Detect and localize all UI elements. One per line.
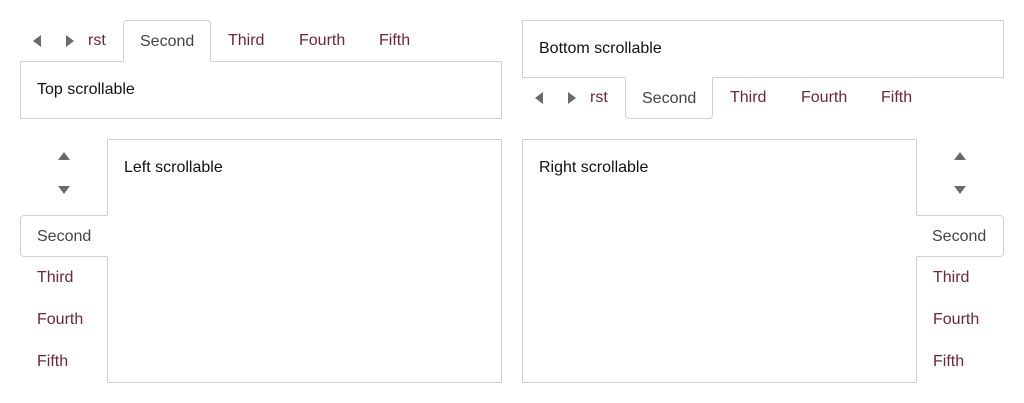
top-scroll-left-button[interactable]	[25, 29, 49, 53]
left-panel-text: Left scrollable	[124, 159, 223, 176]
bottom-tab-first[interactable]: rst	[590, 77, 608, 119]
right-panel-text: Right scrollable	[539, 159, 649, 176]
caret-left-icon	[33, 35, 41, 47]
bottom-tab-panel: Bottom scrollable	[522, 20, 1004, 78]
top-panel-text: Top scrollable	[37, 81, 135, 98]
right-tab-fourth[interactable]: Fourth	[933, 299, 979, 341]
bottom-scroll-left-button[interactable]	[527, 86, 551, 110]
left-scroll-up-button[interactable]	[52, 144, 76, 168]
caret-up-icon	[954, 152, 966, 160]
left-tab-fifth[interactable]: Fifth	[37, 341, 68, 383]
right-tab-panel: Right scrollable	[522, 139, 917, 383]
bottom-tab-fifth[interactable]: Fifth	[881, 77, 912, 119]
top-tab-third[interactable]: Third	[228, 20, 264, 62]
caret-down-icon	[954, 186, 966, 194]
left-tab-panel: Left scrollable	[107, 139, 502, 383]
bottom-panel-text: Bottom scrollable	[539, 40, 662, 57]
top-tab-second[interactable]: Second	[123, 20, 211, 62]
top-tab-fourth[interactable]: Fourth	[299, 20, 345, 62]
right-scroll-up-button[interactable]	[948, 144, 972, 168]
bottom-tab-third[interactable]: Third	[730, 77, 766, 119]
top-tab-fifth[interactable]: Fifth	[379, 20, 410, 62]
bottom-tab-fourth[interactable]: Fourth	[801, 77, 847, 119]
bottom-tab-second[interactable]: Second	[625, 77, 713, 119]
left-tab-fourth[interactable]: Fourth	[37, 299, 83, 341]
caret-right-icon	[66, 35, 74, 47]
top-scroll-right-button[interactable]	[58, 29, 82, 53]
left-scroll-down-button[interactable]	[52, 178, 76, 202]
right-tab-third[interactable]: Third	[933, 257, 969, 299]
right-tab-second[interactable]: Second	[916, 215, 1004, 257]
top-tab-first[interactable]: rst	[88, 20, 106, 62]
bottom-scroll-right-button[interactable]	[560, 86, 584, 110]
caret-right-icon	[568, 92, 576, 104]
left-tab-second[interactable]: Second	[20, 215, 108, 257]
caret-up-icon	[58, 152, 70, 160]
right-tab-fifth[interactable]: Fifth	[933, 341, 964, 383]
caret-down-icon	[58, 186, 70, 194]
top-tab-panel: Top scrollable	[20, 61, 502, 119]
right-scroll-down-button[interactable]	[948, 178, 972, 202]
left-tab-third[interactable]: Third	[37, 257, 73, 299]
caret-left-icon	[535, 92, 543, 104]
